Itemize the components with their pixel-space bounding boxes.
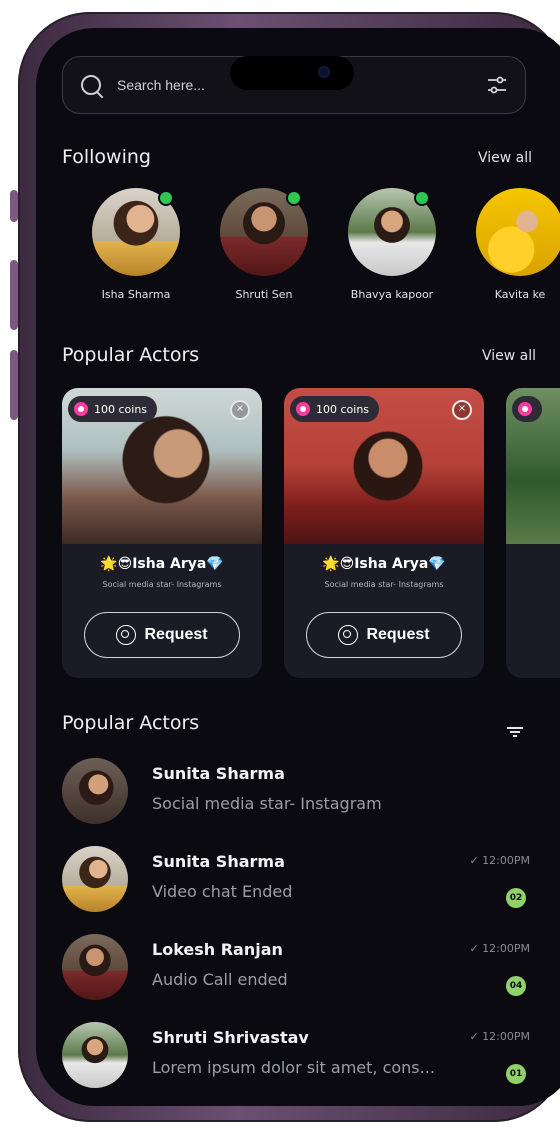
- coin-icon: [74, 402, 88, 416]
- request-label: Request: [144, 626, 208, 643]
- following-item[interactable]: Kavita ke: [460, 188, 560, 301]
- list-item[interactable]: Sunita Sharma Video chat Ended ✓ 12:00PM…: [62, 846, 532, 926]
- avatar: [92, 188, 180, 276]
- following-name: Isha Sharma: [101, 288, 171, 301]
- avatar: [348, 188, 436, 276]
- close-icon[interactable]: ×: [230, 400, 250, 420]
- online-indicator: [158, 190, 174, 206]
- popular-actors-list-title: Popular Actors: [62, 712, 200, 734]
- request-button[interactable]: Request: [306, 612, 462, 658]
- message-time: ✓ 12:00PM: [469, 1030, 530, 1043]
- online-indicator: [286, 190, 302, 206]
- request-icon: [116, 625, 137, 645]
- list-item-name: Shruti Shrivastav: [152, 1028, 309, 1047]
- following-view-all-link[interactable]: View all: [478, 150, 532, 166]
- list-item[interactable]: Shruti Shrivastav Lorem ipsum dolor sit …: [62, 1022, 532, 1102]
- list-item[interactable]: Sunita Sharma Social media star- Instagr…: [62, 758, 532, 838]
- following-carousel[interactable]: Isha Sharma Shruti Sen Bhavya kapoor Kav…: [76, 188, 560, 338]
- following-item[interactable]: Shruti Sen: [204, 188, 324, 301]
- side-button-1: [10, 190, 18, 222]
- camera-icon: [318, 66, 330, 78]
- message-time: ✓ 12:00PM: [469, 854, 530, 867]
- search-icon: [81, 75, 101, 95]
- popular-actors-cards[interactable]: 100 coins × 🌟😎Isha Arya💎 Social media st…: [62, 388, 560, 678]
- side-button-2: [10, 260, 18, 330]
- list-item-name: Lokesh Ranjan: [152, 940, 283, 959]
- coins-badge: [512, 396, 542, 422]
- unread-count-badge: 01: [506, 1064, 526, 1084]
- following-name: Shruti Sen: [235, 288, 293, 301]
- popular-actors-title: Popular Actors: [62, 344, 200, 366]
- message-time: ✓ 12:00PM: [469, 942, 530, 955]
- online-indicator: [414, 190, 430, 206]
- avatar: [62, 758, 128, 824]
- list-item-name: Sunita Sharma: [152, 852, 285, 871]
- coins-badge: 100 coins: [290, 396, 380, 422]
- unread-count-badge: 02: [506, 888, 526, 908]
- following-title: Following: [62, 146, 151, 168]
- avatar: [62, 846, 128, 912]
- actor-card[interactable]: 100 coins × 🌟😎Isha Arya💎 Social media st…: [62, 388, 262, 678]
- list-item-subtitle: Audio Call ended: [152, 970, 288, 989]
- request-icon: [338, 625, 359, 645]
- following-name: Bhavya kapoor: [350, 288, 434, 301]
- popular-actors-view-all-link[interactable]: View all: [482, 348, 536, 364]
- coins-badge: 100 coins: [68, 396, 158, 422]
- close-icon[interactable]: ×: [452, 400, 472, 420]
- list-item-subtitle: Social media star- Instagram: [152, 794, 382, 813]
- avatar: [220, 188, 308, 276]
- dynamic-island: [230, 56, 354, 90]
- actor-subtitle: Social media star- Instagrams: [102, 580, 222, 589]
- side-button-3: [10, 350, 18, 420]
- sort-icon[interactable]: [506, 726, 524, 738]
- actor-name: 🌟😎Isha Arya💎: [100, 556, 224, 572]
- list-item-name: Sunita Sharma: [152, 764, 285, 783]
- actor-card[interactable]: 100 coins × 🌟😎Isha Arya💎 Social media st…: [284, 388, 484, 678]
- list-item[interactable]: Lokesh Ranjan Audio Call ended ✓ 12:00PM…: [62, 934, 532, 1014]
- list-item-subtitle: Lorem ipsum dolor sit amet, cons...: [152, 1058, 435, 1077]
- filter-icon[interactable]: [485, 73, 509, 97]
- request-button[interactable]: Request: [84, 612, 240, 658]
- coin-icon: [518, 402, 532, 416]
- app-screen: Following View all Isha Sharma Shruti Se…: [36, 28, 560, 1106]
- coins-label: 100 coins: [94, 402, 148, 416]
- actor-subtitle: Social media star- Instagrams: [324, 580, 444, 589]
- coin-icon: [296, 402, 310, 416]
- list-item-subtitle: Video chat Ended: [152, 882, 293, 901]
- coins-label: 100 coins: [316, 402, 370, 416]
- avatar: [62, 934, 128, 1000]
- request-label: Request: [366, 626, 430, 643]
- following-item[interactable]: Bhavya kapoor: [332, 188, 452, 301]
- following-name: Kavita ke: [494, 288, 546, 301]
- actor-card-partial[interactable]: [506, 388, 560, 678]
- following-item[interactable]: Isha Sharma: [76, 188, 196, 301]
- avatar: [62, 1022, 128, 1088]
- avatar: [476, 188, 560, 276]
- unread-count-badge: 04: [506, 976, 526, 996]
- actor-name: 🌟😎Isha Arya💎: [322, 556, 446, 572]
